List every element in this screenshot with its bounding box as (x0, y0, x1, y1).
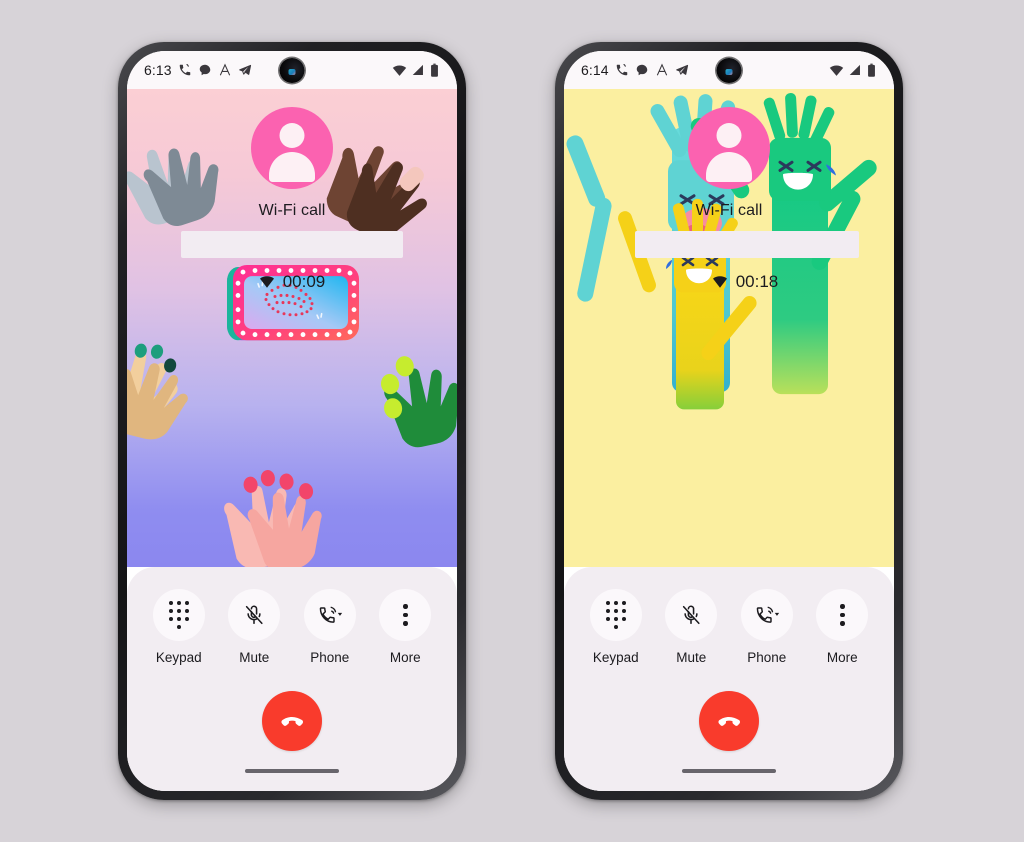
more-button[interactable]: More (806, 589, 878, 665)
gesture-nav-pill[interactable] (245, 769, 339, 773)
mic-off-icon (680, 604, 702, 626)
call-header-left: Wi-Fi call 00:09 (127, 89, 457, 292)
more-vertical-icon (403, 604, 408, 626)
more-button-label: More (826, 650, 858, 665)
call-type-label: Wi-Fi call (695, 202, 763, 219)
dialpad-icon (605, 601, 626, 629)
phone-screen-right: 6:14 Wi-Fi call 00:18 Keypad Mute Phone … (564, 51, 894, 791)
dialpad-icon (168, 601, 189, 629)
wifi-icon (392, 63, 407, 78)
end-call-icon (715, 707, 743, 735)
end-call-button[interactable] (262, 691, 322, 751)
phone-device-right: 6:14 Wi-Fi call 00:18 Keypad Mute Phone … (555, 42, 903, 800)
call-icon (178, 63, 192, 77)
phone-screen-left: 6:13 Wi-Fi call 00:09 Keypad Mute Phone … (127, 51, 457, 791)
font-size-icon (218, 63, 232, 77)
message-bubble-icon (198, 63, 212, 77)
signal-icon (848, 63, 862, 77)
mute-button-label: Mute (676, 650, 707, 665)
message-bubble-icon (635, 63, 649, 77)
call-controls-row: Keypad Mute Phone More (578, 589, 880, 665)
person-avatar-icon (251, 107, 333, 189)
more-button-circle[interactable] (816, 589, 869, 641)
end-call-icon (278, 707, 306, 735)
call-duration-text: 00:09 (282, 272, 326, 291)
phone-audio-button-label: Phone (310, 650, 350, 665)
keypad-button-circle[interactable] (152, 589, 205, 641)
end-call-area (141, 665, 443, 751)
wifi-icon (829, 63, 844, 78)
call-area-right: Wi-Fi call 00:18 (564, 89, 894, 567)
keypad-button[interactable]: Keypad (143, 589, 215, 665)
hand-green (381, 356, 457, 448)
end-call-area (578, 665, 880, 751)
call-duration-row: 00:18 (712, 272, 779, 292)
phone-audio-button[interactable]: Phone (731, 589, 803, 665)
wifi-calling-icon (259, 275, 275, 289)
battery-icon (429, 63, 440, 78)
phone-audio-button[interactable]: Phone (294, 589, 366, 665)
audio-output-icon (317, 604, 343, 626)
mute-button-circle[interactable] (665, 589, 718, 641)
contact-name-redacted-bar (635, 231, 859, 258)
mic-off-icon (243, 604, 265, 626)
more-button-circle[interactable] (379, 589, 432, 641)
hand-pink (224, 470, 322, 567)
person-avatar-icon (688, 107, 770, 189)
signal-icon (411, 63, 425, 77)
keypad-button[interactable]: Keypad (580, 589, 652, 665)
gesture-navigation-bar[interactable] (578, 751, 880, 791)
call-type-label: Wi-Fi call (258, 202, 326, 219)
keypad-button-circle[interactable] (589, 589, 642, 641)
contact-name-redacted-bar (181, 231, 403, 258)
wifi-calling-icon (712, 275, 728, 289)
keypad-button-label: Keypad (155, 650, 202, 665)
audio-output-icon (754, 604, 780, 626)
telegram-send-icon (675, 63, 689, 77)
call-header-right: Wi-Fi call 00:18 (564, 89, 894, 292)
gesture-nav-pill[interactable] (682, 769, 776, 773)
gesture-navigation-bar[interactable] (141, 751, 443, 791)
front-camera-punchhole-icon (716, 58, 742, 83)
status-bar-clock: 6:14 (581, 62, 609, 78)
mute-button-label: Mute (239, 650, 270, 665)
end-call-button[interactable] (699, 691, 759, 751)
call-area-left: Wi-Fi call 00:09 (127, 89, 457, 567)
mute-button[interactable]: Mute (655, 589, 727, 665)
keypad-button-label: Keypad (592, 650, 639, 665)
phone-audio-button-circle[interactable] (303, 589, 356, 641)
status-bar-right-group (829, 63, 877, 78)
mute-button[interactable]: Mute (218, 589, 290, 665)
status-bar-left-group: 6:13 (144, 62, 252, 78)
call-controls-panel-right: Keypad Mute Phone More (564, 567, 894, 791)
status-bar-right-group (392, 63, 440, 78)
call-icon (615, 63, 629, 77)
status-bar-clock: 6:13 (144, 62, 172, 78)
phone-audio-button-circle[interactable] (740, 589, 793, 641)
more-button-label: More (389, 650, 421, 665)
call-controls-row: Keypad Mute Phone More (141, 589, 443, 665)
call-duration-row: 00:09 (259, 272, 326, 292)
screenshot-canvas: 6:13 Wi-Fi call 00:09 Keypad Mute Phone … (0, 0, 1024, 842)
phone-audio-button-label: Phone (747, 650, 787, 665)
status-bar-left-group: 6:14 (581, 62, 689, 78)
phone-device-left: 6:13 Wi-Fi call 00:09 Keypad Mute Phone … (118, 42, 466, 800)
call-duration-text: 00:18 (735, 272, 779, 291)
font-size-icon (655, 63, 669, 77)
front-camera-punchhole-icon (279, 58, 305, 83)
call-controls-panel-left: Keypad Mute Phone More (127, 567, 457, 791)
battery-icon (866, 63, 877, 78)
more-vertical-icon (840, 604, 845, 626)
telegram-send-icon (238, 63, 252, 77)
mute-button-circle[interactable] (228, 589, 281, 641)
hand-tan (127, 343, 188, 440)
more-button[interactable]: More (369, 589, 441, 665)
